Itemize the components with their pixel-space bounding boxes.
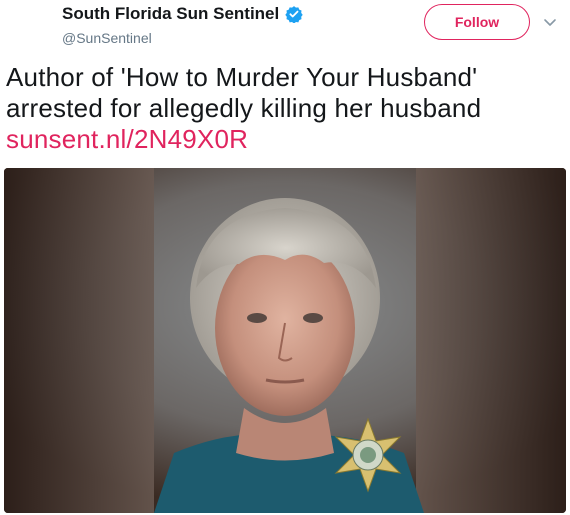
display-name[interactable]: South Florida Sun Sentinel [62,4,303,24]
display-name-text[interactable]: South Florida Sun Sentinel [62,4,279,24]
tweet-link[interactable]: sunsent.nl/2N49X0R [6,124,562,155]
avatar[interactable] [0,0,56,56]
user-handle[interactable]: @SunSentinel [62,30,152,46]
mugshot-image [4,168,566,513]
tweet-text: Author of 'How to Murder Your Husband' a… [6,62,562,155]
chevron-down-icon[interactable] [542,14,558,30]
verified-badge-icon [285,6,303,23]
tweet-text-line-1: Author of 'How to Murder Your Husband' [6,62,478,92]
follow-button[interactable]: Follow [424,4,530,40]
tweet-text-line-2: arrested for allegedly killing her husba… [6,93,482,123]
tweet-photo[interactable] [4,168,566,513]
